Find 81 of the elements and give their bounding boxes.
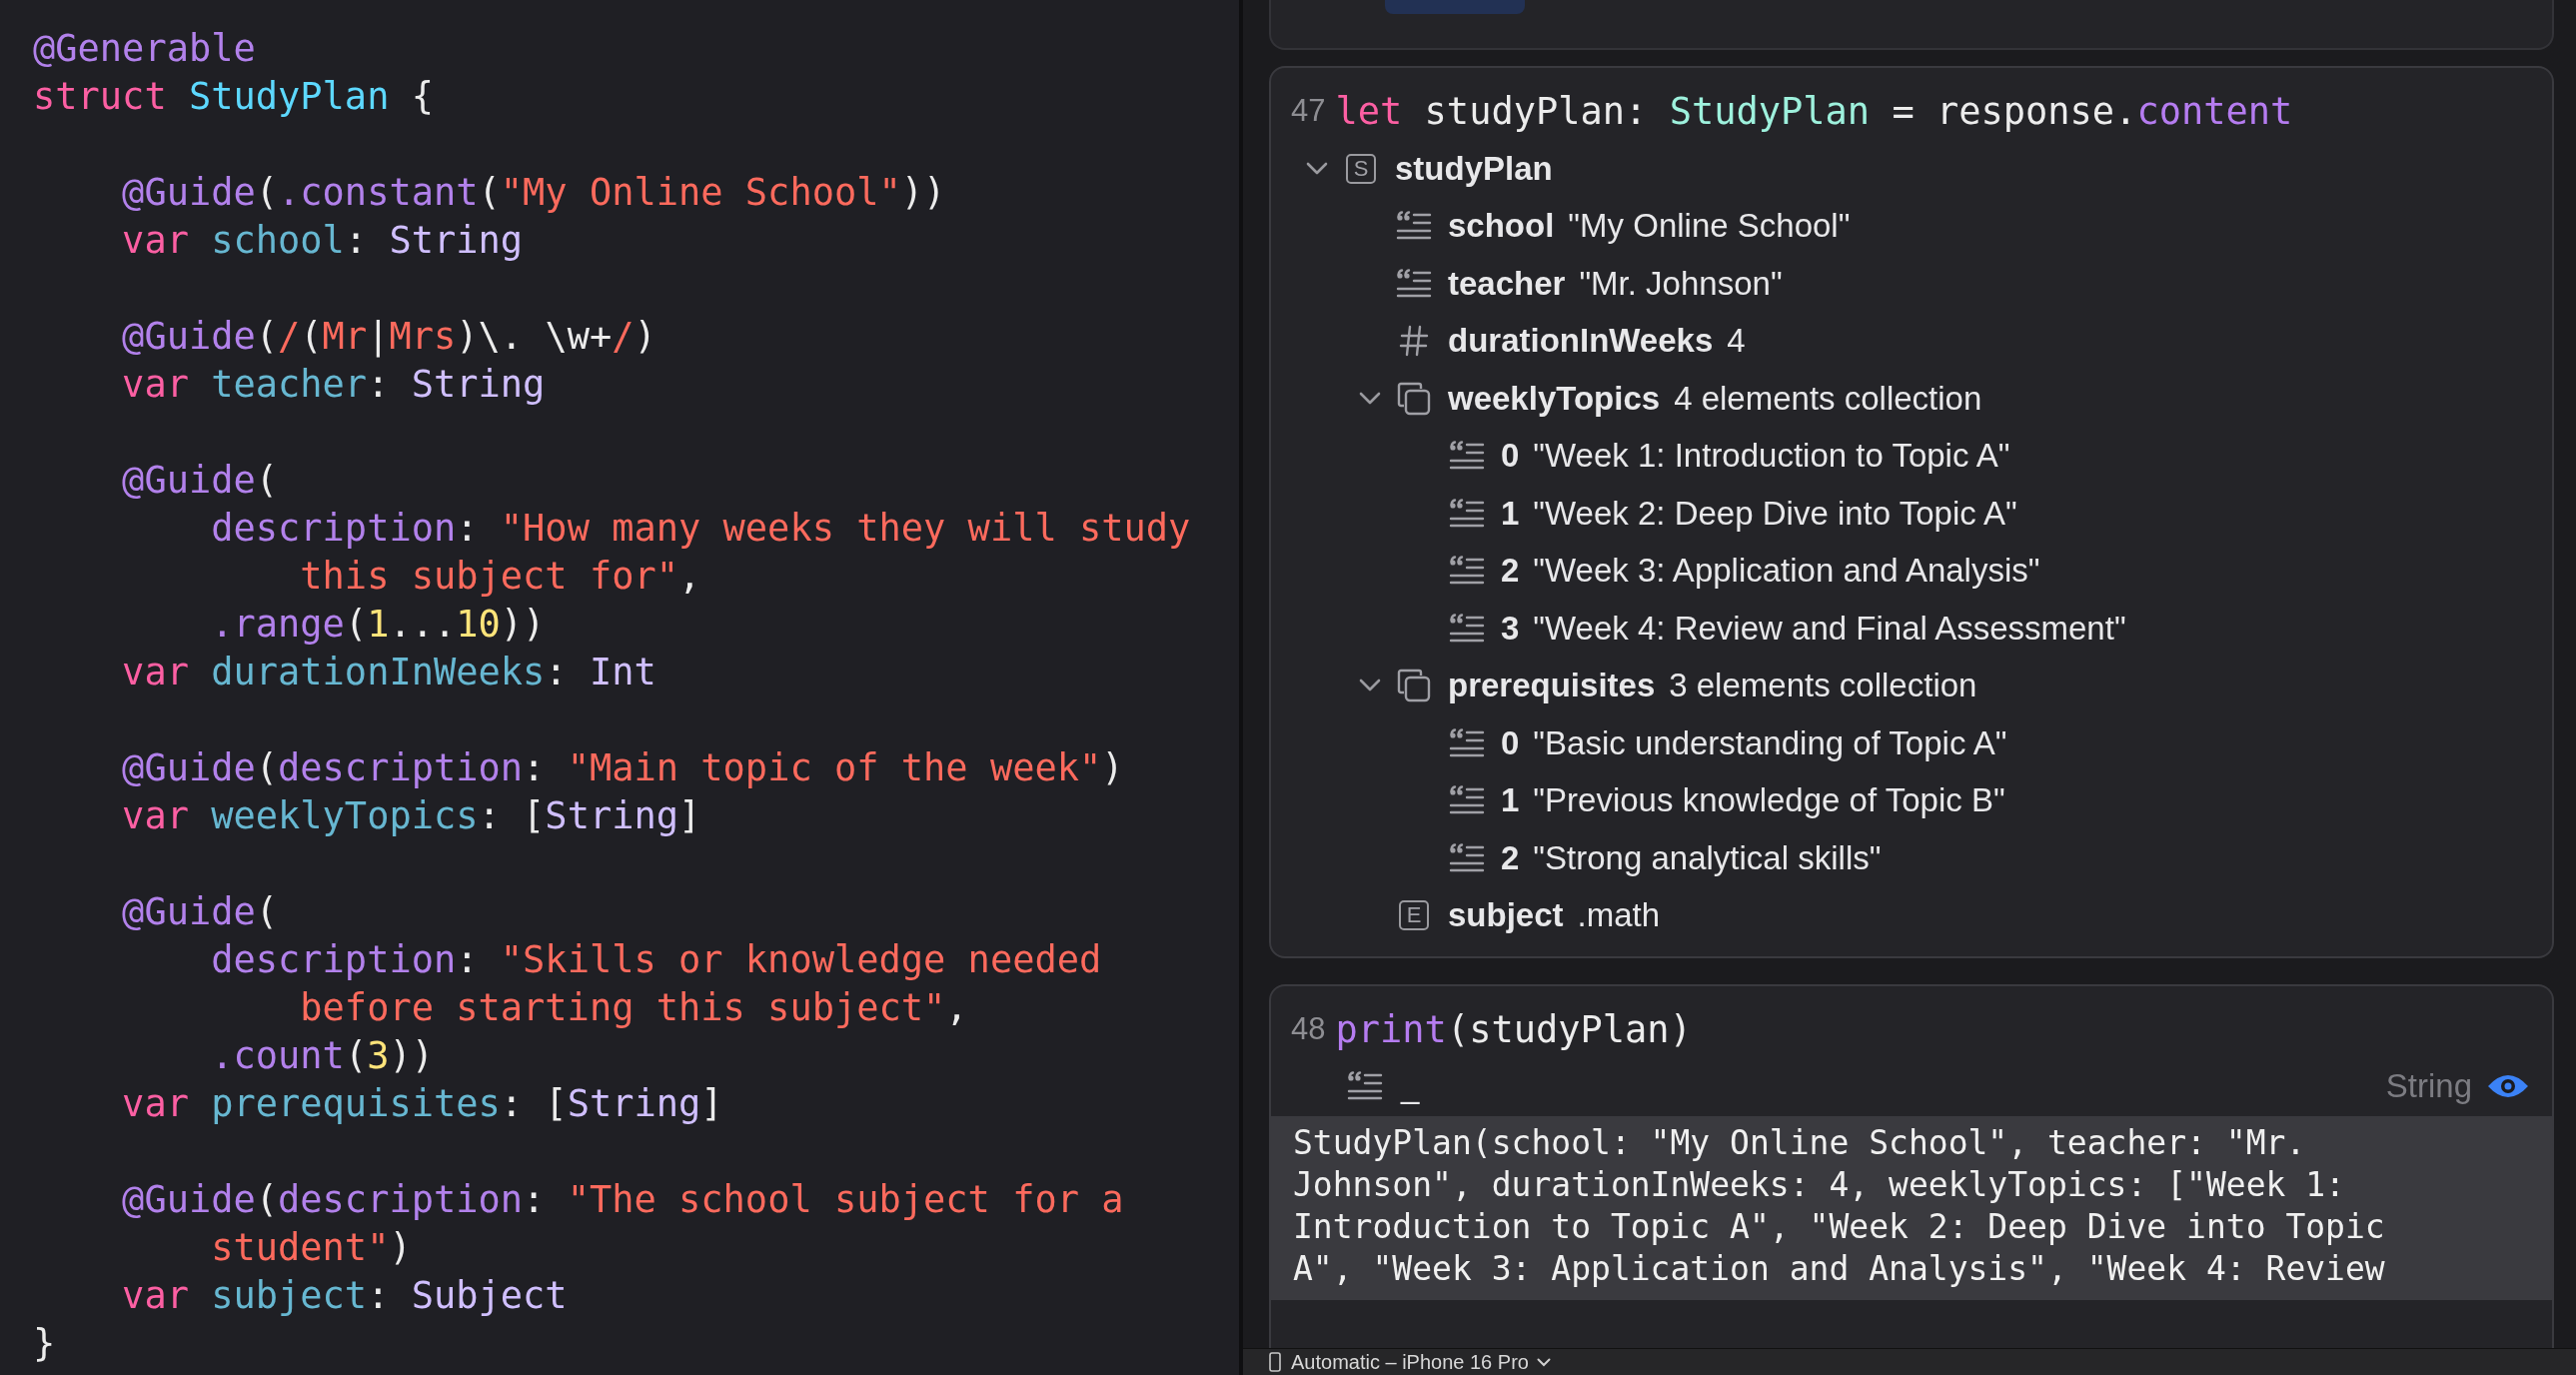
quote-lines-icon [1396, 211, 1432, 242]
code-line: @Guide( [121, 458, 279, 504]
code-line: var subject: Subject [121, 1273, 568, 1319]
chevron-icon[interactable] [1306, 161, 1328, 176]
property-name: weeklyTopics [1448, 379, 1661, 418]
quote-lines-icon [1449, 498, 1485, 529]
code-line: var prerequisites: [String] [121, 1081, 723, 1127]
property-name: subject [1448, 896, 1564, 935]
code-line: this subject for", [299, 554, 701, 600]
property-value: "My Online School" [1568, 207, 1851, 246]
code-line: student") [210, 1225, 412, 1271]
output-line: A", "Week 3: Application and Analysis", "Week 4: Review [1293, 1248, 2385, 1290]
property-name: 3 [1501, 609, 1520, 648]
result-type: String [2385, 1067, 2472, 1105]
code-line: } [33, 1321, 56, 1367]
code-line: struct StudyPlan { [33, 74, 434, 120]
code-line: before starting this subject", [299, 985, 968, 1031]
code-line: @Guide(.constant("My Online School")) [121, 170, 946, 216]
quote-lines-icon [1449, 842, 1485, 873]
code-line: print(studyPlan) [1335, 1007, 1692, 1051]
code-line: .count(3)) [210, 1033, 434, 1079]
output-line: Johnson", durationInWeeks: 4, weeklyTopics: ["Week 1: [1293, 1164, 2345, 1206]
line-number: 47 [1291, 93, 1326, 129]
property-value: .math [1577, 896, 1661, 935]
property-value: "Basic understanding of Topic A" [1533, 723, 2007, 762]
property-value: 4 [1727, 322, 1746, 361]
property-name: 1 [1501, 494, 1520, 533]
output-line: Introduction to Topic A", "Week 2: Deep Dive into Topic [1293, 1206, 2385, 1248]
property-value: 3 elements collection [1669, 667, 1977, 705]
struct-badge-icon: S [1346, 153, 1376, 184]
caret-icon [1536, 1357, 1551, 1367]
quote-lines-icon [1449, 556, 1485, 587]
property-name: 1 [1501, 781, 1520, 820]
quote-lines-icon [1449, 785, 1485, 816]
line-number: 48 [1291, 1011, 1326, 1047]
code-line: @Generable [33, 26, 256, 72]
code-line: @Guide(description: "The school subject for a [121, 1177, 1124, 1223]
property-value: "Mr. Johnson" [1579, 264, 1783, 303]
code-line: @Guide(/(Mr|Mrs)\. \w+/) [121, 314, 656, 360]
property-name: prerequisites [1448, 667, 1656, 705]
phone-icon [1269, 1352, 1281, 1372]
quote-lines-icon [1449, 441, 1485, 472]
device-selector[interactable]: Automatic – iPhone 16 Pro [1291, 1350, 1551, 1374]
chevron-icon[interactable] [1359, 391, 1381, 406]
code-line: var teacher: String [121, 362, 546, 408]
property-name: 2 [1501, 838, 1520, 877]
code-line: description: "How many weeks they will study [210, 506, 1191, 552]
code-line: let studyPlan: StudyPlan = response.content [1335, 89, 2293, 133]
output-line: StudyPlan(school: "My Online School", teacher: "Mr. [1293, 1122, 2306, 1164]
stacked-squares-icon [1397, 381, 1431, 416]
quote-lines-icon [1396, 268, 1432, 299]
property-value: "Week 2: Deep Dive into Topic A" [1533, 494, 2017, 533]
quote-lines-icon [1449, 613, 1485, 644]
property-name: durationInWeeks [1448, 322, 1714, 361]
property-name: 0 [1501, 723, 1520, 762]
eye-icon[interactable] [2486, 1072, 2530, 1100]
property-value: "Week 1: Introduction to Topic A" [1533, 437, 2010, 476]
property-name: teacher [1448, 264, 1566, 303]
code-line: var school: String [121, 218, 524, 264]
quote-lines-icon [1347, 1071, 1383, 1101]
property-value: "Previous knowledge of Topic B" [1533, 781, 2005, 820]
code-line: var durationInWeeks: Int [121, 650, 656, 695]
property-value: "Strong analytical skills" [1533, 838, 1882, 877]
chevron-icon[interactable] [1359, 679, 1381, 693]
code-line: description: "Skills or knowledge needed [210, 937, 1102, 983]
property-value: "Week 3: Application and Analysis" [1533, 552, 2040, 591]
hash-icon [1399, 325, 1429, 358]
code-line: @Guide( [121, 889, 279, 935]
property-name: 0 [1501, 437, 1520, 476]
property-name: studyPlan [1395, 149, 1553, 188]
quote-lines-icon [1449, 727, 1485, 758]
property-value: 4 elements collection [1674, 379, 1982, 418]
code-line: .range(1...10)) [210, 602, 546, 648]
result-value: _ [1401, 1067, 1421, 1105]
property-name: school [1448, 207, 1555, 246]
code-line: @Guide(description: "Main topic of the week") [121, 745, 1124, 791]
enum-badge-icon: E [1399, 900, 1429, 931]
stacked-squares-icon [1397, 669, 1431, 703]
code-line: var weeklyTopics: [String] [121, 793, 701, 839]
property-value: "Week 4: Review and Final Assessment" [1533, 609, 2126, 648]
property-name: 2 [1501, 552, 1520, 591]
